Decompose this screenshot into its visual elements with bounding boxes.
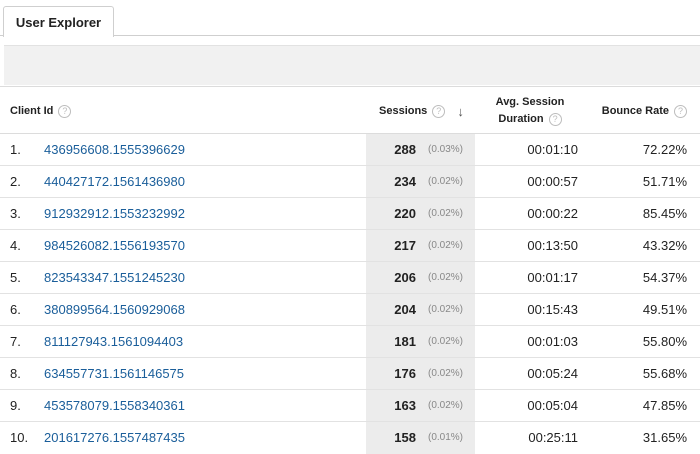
bounce-rate-value: 55.68%	[642, 366, 687, 381]
avg-session-duration-value: 00:13:50	[527, 238, 578, 253]
bounce-rate-value: 54.37%	[642, 270, 687, 285]
bounce-rate-value: 55.80%	[642, 334, 687, 349]
sessions-percent: (0.02%)	[428, 304, 464, 315]
tab-user-explorer[interactable]: User Explorer	[3, 6, 114, 37]
bounce-rate-value: 51.71%	[642, 174, 687, 189]
sessions-percent: (0.02%)	[428, 176, 464, 187]
client-id-link[interactable]: 912932912.1553232992	[44, 198, 185, 229]
client-id-link[interactable]: 380899564.1560929068	[44, 294, 185, 325]
bounce-rate-value: 47.85%	[642, 398, 687, 413]
table-row: 10. 201617276.1557487435 158 (0.01%) 00:25:1…	[0, 422, 700, 454]
sessions-value: 158	[394, 430, 416, 445]
help-icon[interactable]: ?	[674, 104, 687, 118]
column-header-sessions[interactable]: Sessions ? ↓	[366, 87, 475, 135]
table-row: 1. 436956608.1555396629 288 (0.03%) 00:01:10…	[0, 134, 700, 166]
sessions-percent: (0.02%)	[428, 336, 464, 347]
table-row: 9. 453578079.1558340361 163 (0.02%) 00:05:04…	[0, 390, 700, 422]
sessions-value: 181	[394, 334, 416, 349]
table-row: 2. 440427172.1561436980 234 (0.02%) 00:00:57…	[0, 166, 700, 198]
client-id-link[interactable]: 440427172.1561436980	[44, 166, 185, 197]
sessions-percent: (0.02%)	[428, 400, 464, 411]
table-body: 1. 436956608.1555396629 288 (0.03%) 00:01:10…	[0, 134, 700, 454]
column-header-client-id[interactable]: Client Id ?	[10, 87, 72, 135]
sessions-value: 288	[394, 142, 416, 157]
avg-session-duration-value: 00:00:22	[527, 206, 578, 221]
client-id-link[interactable]: 823543347.1551245230	[44, 262, 185, 293]
table-row: 7. 811127943.1561094403 181 (0.02%) 00:01:03…	[0, 326, 700, 358]
client-id-link[interactable]: 201617276.1557487435	[44, 422, 185, 453]
sessions-value: 217	[394, 238, 416, 253]
sessions-percent: (0.02%)	[428, 368, 464, 379]
sessions-value: 206	[394, 270, 416, 285]
row-index: 6.	[10, 302, 21, 317]
avg-session-duration-value: 00:05:04	[527, 398, 578, 413]
sessions-percent: (0.02%)	[428, 240, 464, 251]
client-id-link[interactable]: 811127943.1561094403	[44, 326, 183, 357]
column-label: Sessions	[379, 105, 428, 117]
row-index: 2.	[10, 174, 21, 189]
client-id-link[interactable]: 634557731.1561146575	[44, 358, 184, 389]
table-row: 6. 380899564.1560929068 204 (0.02%) 00:15:43…	[0, 294, 700, 326]
column-label-line2: Duration?	[498, 111, 562, 128]
help-icon[interactable]: ?	[432, 104, 446, 118]
column-header-bounce-rate[interactable]: Bounce Rate ?	[585, 87, 693, 135]
row-index: 8.	[10, 366, 21, 381]
sessions-value: 176	[394, 366, 416, 381]
sessions-percent: (0.02%)	[428, 272, 464, 283]
sessions-value: 204	[394, 302, 416, 317]
row-index: 7.	[10, 334, 21, 349]
help-icon[interactable]: ?	[548, 113, 562, 126]
avg-session-duration-value: 00:25:11	[528, 430, 578, 445]
row-index: 10.	[10, 430, 29, 445]
bounce-rate-value: 85.45%	[642, 206, 687, 221]
avg-session-duration-value: 00:01:10	[527, 142, 578, 157]
table-row: 8. 634557731.1561146575 176 (0.02%) 00:05:24…	[0, 358, 700, 390]
row-index: 1.	[10, 142, 21, 157]
row-index: 4.	[10, 238, 21, 253]
column-label: Bounce Rate	[601, 105, 669, 117]
table-row: 4. 984526082.1556193570 217 (0.02%) 00:13:50…	[0, 230, 700, 262]
table-row: 3. 912932912.1553232992 220 (0.02%) 00:00:22…	[0, 198, 700, 230]
tab-bar: User Explorer	[0, 0, 700, 37]
column-label: Client Id	[10, 105, 54, 117]
row-index: 3.	[10, 206, 21, 221]
column-label-line1: Avg. Session	[495, 96, 565, 108]
bounce-rate-value: 31.65%	[642, 430, 687, 445]
client-id-link[interactable]: 453578079.1558340361	[44, 390, 185, 421]
table-header: Client Id ? Sessions ? ↓ Avg. Session Du…	[0, 86, 700, 134]
sessions-percent: (0.01%)	[428, 432, 464, 443]
row-index: 5.	[10, 270, 21, 285]
sessions-percent: (0.02%)	[428, 208, 464, 219]
avg-session-duration-value: 00:05:24	[527, 366, 578, 381]
help-icon[interactable]: ?	[58, 104, 72, 118]
sessions-value: 220	[394, 206, 416, 221]
table-row: 5. 823543347.1551245230 206 (0.02%) 00:01:17…	[0, 262, 700, 294]
client-id-link[interactable]: 436956608.1555396629	[44, 134, 185, 165]
sessions-value: 163	[394, 398, 416, 413]
client-id-link[interactable]: 984526082.1556193570	[44, 230, 185, 261]
sessions-value: 234	[394, 174, 416, 189]
sort-descending-icon[interactable]: ↓	[457, 104, 464, 119]
sessions-percent: (0.03%)	[428, 144, 464, 155]
avg-session-duration-value: 00:01:03	[527, 334, 578, 349]
column-header-avg-session-duration[interactable]: Avg. Session Duration?	[475, 87, 585, 135]
bounce-rate-value: 49.51%	[642, 302, 687, 317]
avg-session-duration-value: 00:01:17	[527, 270, 578, 285]
avg-session-duration-value: 00:15:43	[527, 302, 578, 317]
bounce-rate-value: 72.22%	[642, 142, 687, 157]
bounce-rate-value: 43.32%	[642, 238, 687, 253]
toolbar-area	[4, 45, 700, 85]
avg-session-duration-value: 00:00:57	[527, 174, 578, 189]
row-index: 9.	[10, 398, 21, 413]
